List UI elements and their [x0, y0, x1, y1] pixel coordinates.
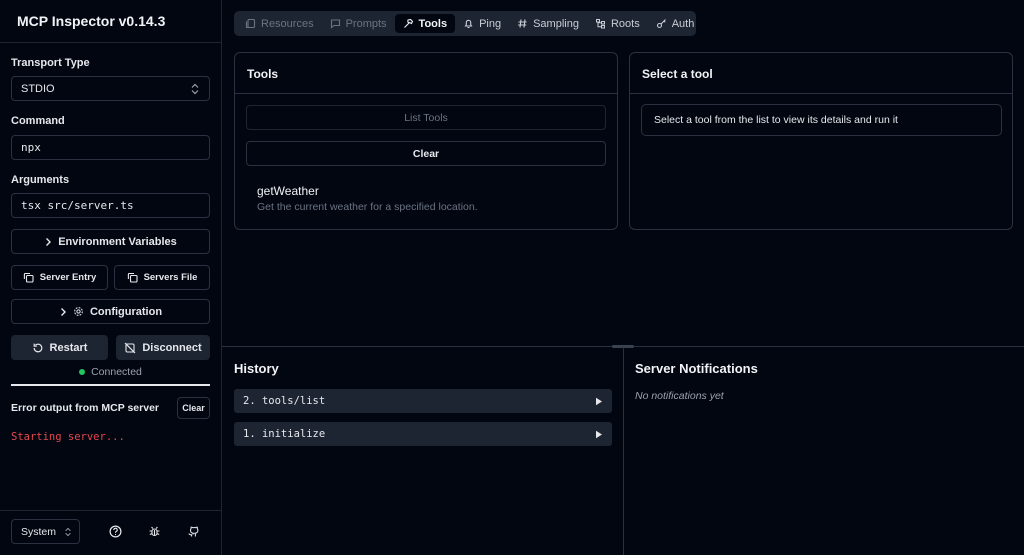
tab-label: Roots — [610, 17, 640, 30]
sidebar-divider — [0, 42, 221, 43]
server-notifications-title: Server Notifications — [635, 361, 758, 376]
tab-tools[interactable]: Tools — [394, 14, 456, 33]
tool-description: Get the current weather for a specified … — [257, 201, 478, 213]
configuration-label: Configuration — [89, 305, 163, 318]
copy-icon — [127, 272, 138, 283]
play-icon — [595, 397, 603, 406]
history-title: History — [234, 361, 279, 376]
command-label: Command — [11, 115, 65, 127]
message-icon — [330, 18, 341, 29]
play-icon — [595, 430, 603, 439]
connection-status-label: Connected — [91, 366, 142, 378]
tools-panel: Tools List Tools Clear getWeather Get th… — [234, 52, 618, 230]
chevron-right-icon — [44, 237, 52, 247]
restart-label: Restart — [49, 341, 88, 354]
connection-status: Connected — [11, 366, 210, 378]
bell-icon — [463, 18, 474, 29]
disconnect-label: Disconnect — [142, 341, 202, 354]
tab-prompts[interactable]: Prompts — [322, 14, 395, 33]
list-tools-button[interactable]: List Tools — [246, 105, 606, 130]
server-entry-label: Server Entry — [39, 272, 97, 283]
sidebar-footer-divider — [0, 510, 221, 511]
server-entry-button[interactable]: Server Entry — [11, 265, 108, 290]
tab-roots[interactable]: Roots — [587, 14, 648, 33]
chevron-right-icon — [59, 307, 67, 317]
no-notifications-text: No notifications yet — [635, 390, 724, 402]
key-icon — [656, 18, 667, 29]
help-circle-icon[interactable] — [109, 525, 122, 538]
github-icon[interactable] — [187, 525, 200, 538]
transport-type-value: STDIO — [21, 82, 55, 95]
history-item-label: 2. tools/list — [243, 395, 326, 407]
environment-variables-label: Environment Variables — [58, 235, 177, 248]
tab-ping[interactable]: Ping — [455, 14, 509, 33]
chevron-up-down-icon — [64, 527, 72, 537]
hash-icon — [517, 18, 528, 29]
tab-sampling[interactable]: Sampling — [509, 14, 587, 33]
tab-resources[interactable]: Resources — [237, 14, 322, 33]
configuration-button[interactable]: Configuration — [11, 299, 210, 324]
copy-icon — [23, 272, 34, 283]
arguments-label: Arguments — [11, 174, 70, 186]
chevron-up-down-icon — [190, 83, 200, 95]
tab-auth[interactable]: Auth — [648, 14, 703, 33]
error-clear-button[interactable]: Clear — [177, 397, 210, 419]
command-value: npx — [21, 141, 41, 154]
servers-file-button[interactable]: Servers File — [114, 265, 210, 290]
arguments-input[interactable]: tsx src/server.ts — [11, 193, 210, 218]
bug-icon[interactable] — [148, 525, 161, 538]
transport-type-label: Transport Type — [11, 57, 90, 69]
gear-icon — [73, 306, 84, 317]
theme-value: System — [21, 525, 57, 538]
tool-detail-title: Select a tool — [642, 67, 713, 81]
history-item-label: 1. initialize — [243, 428, 326, 440]
status-divider — [11, 384, 210, 386]
servers-file-label: Servers File — [143, 272, 198, 283]
files-icon — [245, 18, 256, 29]
folder-tree-icon — [595, 18, 606, 29]
tools-panel-title: Tools — [247, 67, 279, 81]
environment-variables-button[interactable]: Environment Variables — [11, 229, 210, 254]
tab-label: Prompts — [345, 17, 387, 30]
tab-label: Ping — [479, 17, 502, 30]
status-dot — [79, 369, 86, 375]
tool-detail-panel: Select a tool Select a tool from the lis… — [629, 52, 1013, 230]
tab-label: Resources — [261, 17, 314, 30]
clear-tools-button[interactable]: Clear — [246, 141, 606, 166]
theme-select[interactable]: System — [11, 519, 80, 544]
history-item[interactable]: 2. tools/list — [234, 389, 612, 413]
restart-button[interactable]: Restart — [11, 335, 108, 360]
disconnect-button[interactable]: Disconnect — [116, 335, 210, 360]
tab-label: Tools — [418, 17, 448, 30]
tab-bar: Resources Prompts Tools Ping Sampling Ro… — [234, 11, 696, 36]
transport-type-select[interactable]: STDIO — [11, 76, 210, 101]
error-output-title: Error output from MCP server — [11, 402, 159, 414]
select-tool-hint: Select a tool from the list to view its … — [641, 104, 1002, 136]
unplug-icon — [124, 342, 136, 354]
hammer-icon — [403, 18, 414, 29]
panel-divider — [630, 93, 1012, 94]
panel-divider — [235, 93, 617, 94]
tab-label: Sampling — [533, 17, 579, 30]
sidebar: MCP Inspector v0.14.3 Transport Type STD… — [0, 0, 222, 555]
rotate-ccw-icon — [32, 342, 44, 354]
tool-name: getWeather — [257, 184, 319, 198]
history-item[interactable]: 1. initialize — [234, 422, 612, 446]
arguments-value: tsx src/server.ts — [21, 199, 134, 212]
bottom-panel-divider — [623, 347, 624, 555]
app-title: MCP Inspector v0.14.3 — [17, 13, 166, 29]
tab-label: Auth — [671, 17, 695, 30]
command-input[interactable]: npx — [11, 135, 210, 160]
error-output-line: Starting server... — [11, 431, 125, 443]
